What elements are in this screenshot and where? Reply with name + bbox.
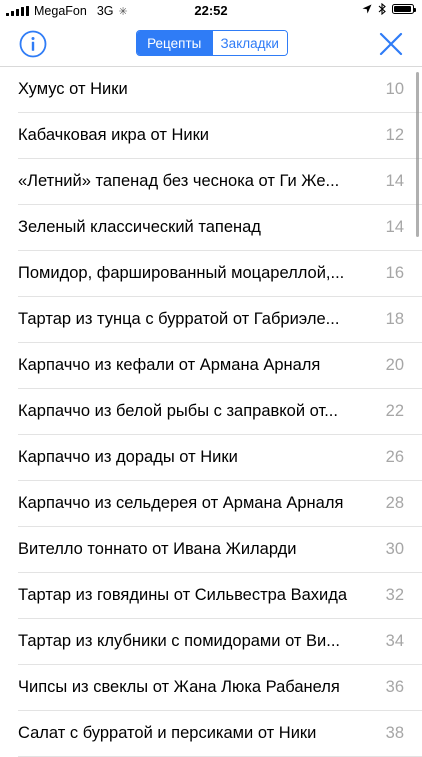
recipe-page-number: 14 [385, 218, 404, 236]
recipe-title: Тартар из клубники с помидорами от Ви... [18, 632, 341, 650]
status-right [362, 3, 416, 15]
list-item[interactable]: Вителло тоннато от Ивана Жиларди 30 [0, 527, 422, 573]
recipe-page-number: 38 [385, 724, 404, 742]
list-item[interactable]: Карпаччо из дорады от Ники 26 [0, 435, 422, 481]
recipe-page-number: 18 [385, 310, 404, 328]
segmented-control: Рецепты Закладки [136, 30, 288, 56]
recipe-title: Вителло тоннато от Ивана Жиларди [18, 540, 297, 558]
recipe-title: Карпаччо из кефали от Армана Арналя [18, 356, 321, 374]
list-item[interactable]: Тартар из тунца с бурратой от Габриэле..… [0, 297, 422, 343]
recipe-title: Кабачковая икра от Ники [18, 126, 210, 144]
recipe-page-number: 20 [385, 356, 404, 374]
list-item[interactable]: Тартар из говядины от Сильвестра Вахида … [0, 573, 422, 619]
recipe-page-number: 34 [385, 632, 404, 650]
recipe-title: Чипсы из свеклы от Жана Люка Рабанеля [18, 678, 340, 696]
recipe-title: Зеленый классический тапенад [18, 218, 261, 236]
status-time: 22:52 [194, 3, 228, 18]
info-icon [19, 30, 47, 58]
list-item[interactable]: Зеленый классический тапенад 14 [0, 205, 422, 251]
recipe-list: Хумус от Ники 10 Кабачковая икра от Ники… [0, 67, 422, 757]
recipe-title: Карпаччо из белой рыбы с заправкой от... [18, 402, 338, 420]
list-item[interactable]: «Летний» тапенад без чеснока от Ги Же...… [0, 159, 422, 205]
recipe-title: Карпаччо из дорады от Ники [18, 448, 238, 466]
location-arrow-icon [362, 4, 372, 14]
recipe-page-number: 28 [385, 494, 404, 512]
recipe-page-number: 10 [385, 80, 404, 98]
list-item[interactable]: Чипсы из свеклы от Жана Люка Рабанеля 36 [0, 665, 422, 711]
recipe-title: Хумус от Ники [18, 80, 128, 98]
recipe-title: Тартар из говядины от Сильвестра Вахида [18, 586, 348, 604]
battery-icon [392, 4, 416, 14]
recipe-page-number: 12 [385, 126, 404, 144]
recipe-page-number: 14 [385, 172, 404, 190]
list-item[interactable]: Помидор, фаршированный моцареллой,... 16 [0, 251, 422, 297]
recipe-page-number: 36 [385, 678, 404, 696]
recipe-title: Помидор, фаршированный моцареллой,... [18, 264, 345, 282]
recipe-page-number: 26 [385, 448, 404, 466]
segment-bookmarks[interactable]: Закладки [211, 31, 287, 55]
recipe-page-number: 32 [385, 586, 404, 604]
bluetooth-icon [378, 3, 386, 15]
recipe-page-number: 30 [385, 540, 404, 558]
list-item[interactable]: Хумус от Ники 10 [0, 67, 422, 113]
close-icon [379, 32, 403, 56]
close-button[interactable] [378, 31, 404, 57]
status-bar: MegaFon 3G ✳ 22:52 [0, 0, 422, 22]
list-item[interactable]: Кабачковая икра от Ники 12 [0, 113, 422, 159]
list-item[interactable]: Карпаччо из белой рыбы с заправкой от...… [0, 389, 422, 435]
recipe-page-number: 22 [385, 402, 404, 420]
recipe-page-number: 16 [385, 264, 404, 282]
nav-bar: Рецепты Закладки [0, 22, 422, 67]
segment-recipes[interactable]: Рецепты [137, 31, 212, 55]
list-item[interactable]: Карпаччо из кефали от Армана Арналя 20 [0, 343, 422, 389]
recipe-title: Салат с бурратой и персиками от Ники [18, 724, 317, 742]
list-item[interactable]: Салат с бурратой и персиками от Ники 38 [0, 711, 422, 757]
scroll-indicator[interactable] [416, 72, 419, 237]
recipe-title: Карпаччо из сельдерея от Армана Арналя [18, 494, 344, 512]
recipe-title: Тартар из тунца с бурратой от Габриэле..… [18, 310, 340, 328]
recipe-title: «Летний» тапенад без чеснока от Ги Же... [18, 172, 340, 190]
list-item[interactable]: Тартар из клубники с помидорами от Ви...… [0, 619, 422, 665]
info-button[interactable] [19, 30, 47, 58]
list-item[interactable]: Карпаччо из сельдерея от Армана Арналя 2… [0, 481, 422, 527]
